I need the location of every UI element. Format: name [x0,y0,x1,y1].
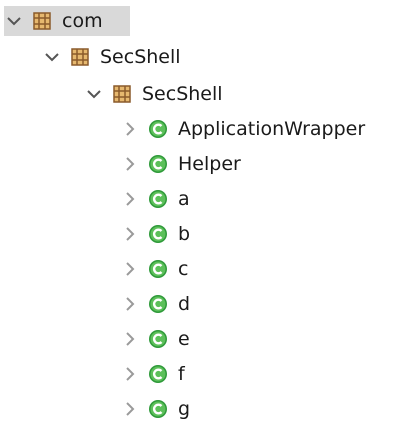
chevron-right-icon[interactable] [120,259,140,279]
package-icon [32,11,52,31]
tree-node-class[interactable]: a [120,184,190,214]
class-label: b [178,223,191,245]
chevron-right-icon[interactable] [120,154,140,174]
class-icon [148,224,168,244]
chevron-right-icon[interactable] [120,119,140,139]
tree-node-label: SecShell [100,46,181,68]
tree-node-class[interactable]: d [120,289,190,319]
tree-node-class[interactable]: f [120,359,185,389]
package-icon [112,84,132,104]
class-icon [148,364,168,384]
class-label: d [178,293,191,315]
tree-node-class[interactable]: g [120,394,190,424]
tree-node-class[interactable]: ApplicationWrapper [120,114,365,144]
class-label: Helper [178,153,241,175]
class-icon [148,329,168,349]
class-icon [148,154,168,174]
class-label: g [178,398,191,420]
package-icon [70,47,90,67]
tree-node-secshell-inner[interactable]: SecShell [84,79,223,109]
tree-node-class[interactable]: c [120,254,188,284]
tree-node-label: com [62,10,103,32]
chevron-down-icon[interactable] [4,11,24,31]
class-icon [148,259,168,279]
chevron-down-icon[interactable] [84,84,104,104]
chevron-down-icon[interactable] [42,47,62,67]
tree-node-label: SecShell [142,83,223,105]
tree-node-class[interactable]: b [120,219,190,249]
tree-node-secshell[interactable]: SecShell [42,42,181,72]
class-icon [148,119,168,139]
package-explorer-tree: com SecShell SecShell ApplicationWrapper… [0,0,399,424]
class-label: c [178,258,189,280]
chevron-right-icon[interactable] [120,294,140,314]
tree-node-com[interactable]: com [4,6,130,36]
tree-node-class[interactable]: e [120,324,190,354]
chevron-right-icon[interactable] [120,399,140,419]
chevron-right-icon[interactable] [120,189,140,209]
class-label: f [178,363,185,385]
class-icon [148,189,168,209]
class-label: ApplicationWrapper [178,118,366,140]
class-icon [148,399,168,419]
class-label: e [178,328,190,350]
class-label: a [178,188,190,210]
tree-node-class[interactable]: Helper [120,149,241,179]
chevron-right-icon[interactable] [120,329,140,349]
chevron-right-icon[interactable] [120,364,140,384]
chevron-right-icon[interactable] [120,224,140,244]
class-icon [148,294,168,314]
